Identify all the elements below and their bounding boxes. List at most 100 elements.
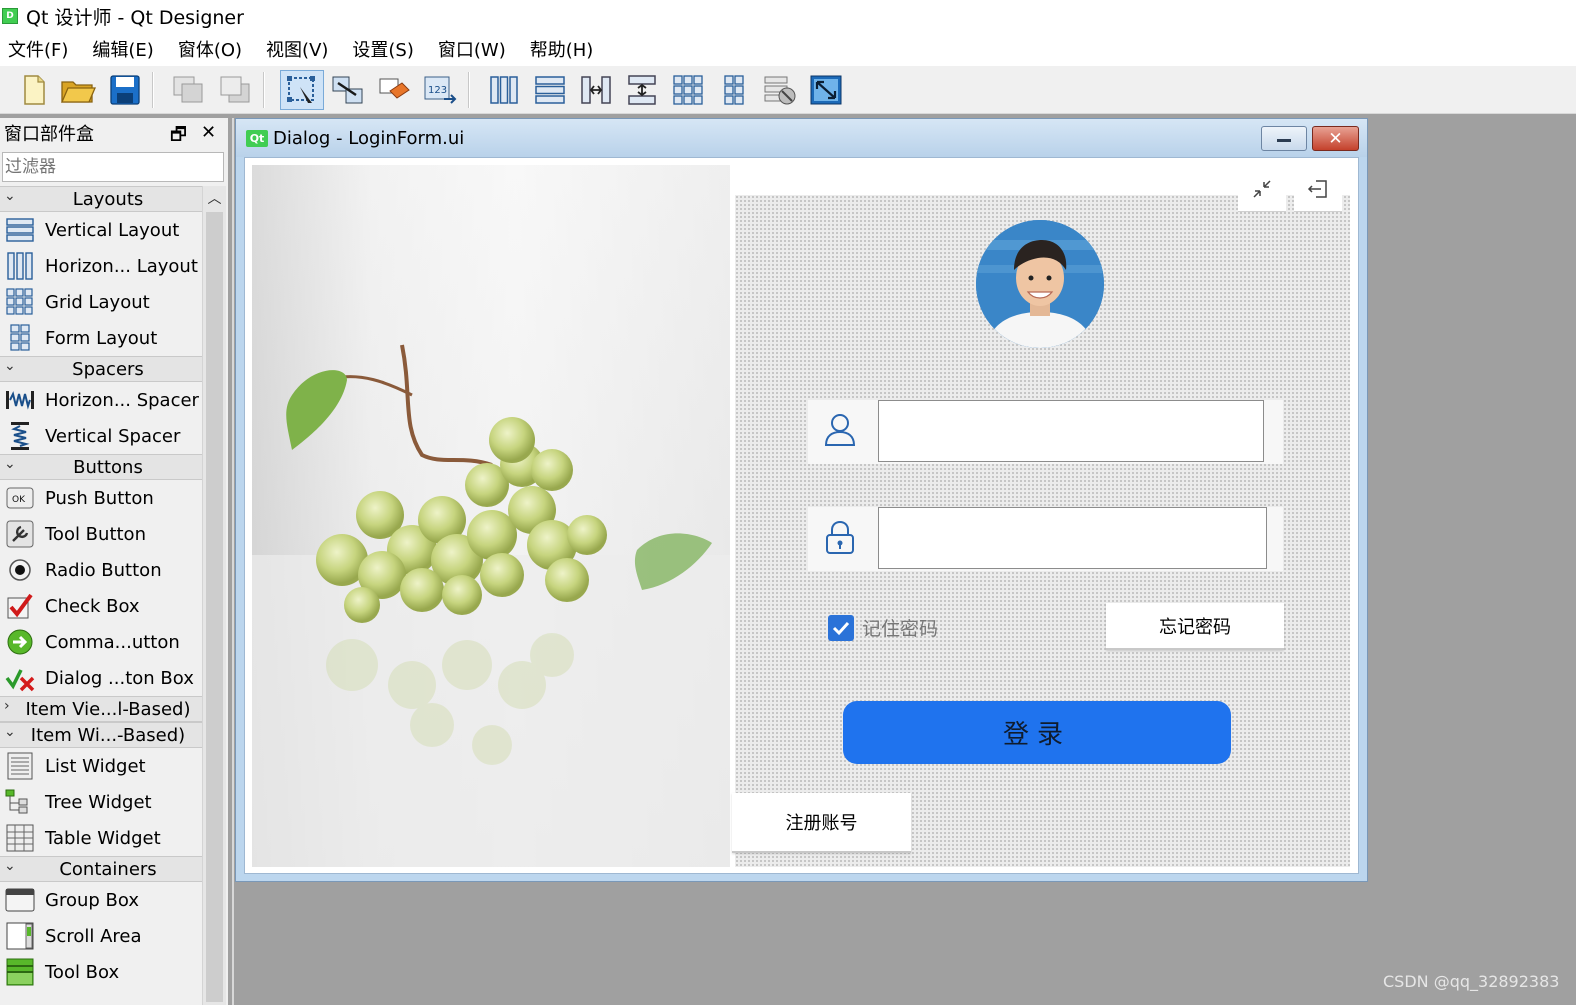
widget-item-check-box[interactable]: Check Box: [0, 588, 202, 624]
logout-icon: [1307, 179, 1327, 198]
lay-out-in-form-button[interactable]: [714, 70, 754, 110]
widget-list: ⌄ Layouts Vertical Layout Horizon... Layo…: [0, 186, 202, 990]
widget-item-grid-layout[interactable]: Grid Layout: [0, 284, 202, 320]
svg-text:OK: OK: [12, 495, 26, 505]
save-icon: [110, 75, 140, 105]
category-containers[interactable]: ⌄ Containers: [0, 856, 202, 882]
open-folder-icon: [61, 81, 96, 103]
widget-item-push-button[interactable]: OK Push Button: [0, 480, 202, 516]
menu-form[interactable]: 窗体(O): [178, 36, 242, 62]
adjust-size-button[interactable]: [806, 70, 846, 110]
widget-item-tool-button[interactable]: Tool Button: [0, 516, 202, 552]
lay-out-horizontally-button[interactable]: [484, 70, 524, 110]
widget-item-group-box[interactable]: Group Box: [0, 882, 202, 918]
widget-item-scroll-area[interactable]: Scroll Area: [0, 918, 202, 954]
widget-item-vertical-spacer[interactable]: Vertical Spacer: [0, 418, 202, 454]
widget-item-vertical-layout[interactable]: Vertical Layout: [0, 212, 202, 248]
scroll-up-icon[interactable]: ︿: [203, 186, 226, 210]
edit-widgets-icon: [287, 76, 315, 107]
form-layout-icon: [5, 323, 35, 353]
bring-to-front-icon: [220, 76, 250, 103]
lay-out-vertically-splitter-button[interactable]: [622, 70, 662, 110]
grapes-image: [252, 165, 730, 867]
category-layouts[interactable]: ⌄ Layouts: [0, 186, 202, 212]
open-file-button[interactable]: [58, 70, 98, 110]
menu-help[interactable]: 帮助(H): [530, 36, 594, 62]
horizontal-layout-icon: [490, 76, 518, 104]
bring-to-front-button[interactable]: [215, 70, 255, 110]
widget-item-horizontal-spacer[interactable]: Horizon... Spacer: [0, 382, 202, 418]
collapse-button[interactable]: [1238, 166, 1286, 212]
close-panel-icon[interactable]: ✕: [201, 122, 216, 143]
lay-out-in-grid-button[interactable]: [668, 70, 708, 110]
username-row: [808, 400, 1283, 464]
widget-item-radio-button[interactable]: Radio Button: [0, 552, 202, 588]
forgot-password-button[interactable]: 忘记密码: [1106, 603, 1284, 650]
tool-button-icon: [5, 519, 35, 549]
remember-password-checkbox[interactable]: 记住密码: [828, 614, 938, 641]
category-item-views[interactable]: › Item Vie...l-Based): [0, 696, 202, 722]
new-file-button[interactable]: [14, 70, 54, 110]
login-button[interactable]: 登录: [843, 701, 1231, 764]
minimize-button[interactable]: [1261, 126, 1307, 151]
edit-widgets-button[interactable]: [280, 70, 324, 110]
break-layout-button[interactable]: [760, 70, 800, 110]
tab-order-icon: 123: [424, 76, 457, 104]
category-buttons[interactable]: ⌄ Buttons: [0, 454, 202, 480]
menu-edit[interactable]: 编辑(E): [92, 36, 153, 62]
grid-layout-icon: [5, 287, 35, 317]
avatar-portrait: [976, 220, 1104, 348]
push-button-icon: OK: [5, 483, 35, 513]
widget-box-scrollbar[interactable]: ︿: [202, 186, 226, 1005]
widget-item-form-layout[interactable]: Form Layout: [0, 320, 202, 356]
signals-slots-icon: [332, 76, 363, 104]
widget-box-header: 窗口部件盒 🗗 ✕: [0, 118, 228, 148]
edit-tab-order-button[interactable]: 123: [420, 70, 460, 110]
app-title-bar: D Qt 设计师 - Qt Designer: [0, 0, 1576, 32]
category-spacers[interactable]: ⌄ Spacers: [0, 356, 202, 382]
widget-filter-input[interactable]: [2, 152, 224, 182]
widget-item-list-widget[interactable]: List Widget: [0, 748, 202, 784]
menu-settings[interactable]: 设置(S): [352, 36, 413, 62]
widget-item-tree-widget[interactable]: Tree Widget: [0, 784, 202, 820]
grapes-illustration: [252, 165, 730, 867]
edit-signals-slots-button[interactable]: [328, 70, 368, 110]
widget-item-command-link[interactable]: Comma...utton: [0, 624, 202, 660]
send-to-back-button[interactable]: [168, 70, 208, 110]
vertical-layout-icon: [535, 76, 565, 104]
edit-buddies-button[interactable]: [374, 70, 414, 110]
list-widget-icon: [5, 751, 35, 781]
widget-box-title: 窗口部件盒: [4, 124, 94, 145]
menu-view[interactable]: 视图(V): [266, 36, 328, 62]
break-layout-icon: [764, 76, 796, 105]
chevron-down-icon: ⌄: [4, 188, 16, 204]
collapse-arrows-icon: [1253, 179, 1271, 198]
chevron-down-icon: ⌄: [4, 858, 16, 874]
username-input[interactable]: [878, 400, 1264, 462]
scrollbar-thumb[interactable]: [206, 212, 223, 1002]
send-to-back-icon: [173, 76, 203, 103]
register-account-button[interactable]: 注册账号: [732, 793, 911, 853]
password-input[interactable]: [878, 507, 1267, 569]
tree-widget-icon: [5, 787, 35, 817]
checkbox-checked-icon[interactable]: [828, 614, 854, 641]
lay-out-horizontally-splitter-button[interactable]: [576, 70, 616, 110]
widget-item-table-widget[interactable]: Table Widget: [0, 820, 202, 856]
lock-icon: [820, 517, 860, 557]
widget-item-horizontal-layout[interactable]: Horizon... Layout: [0, 248, 202, 284]
form-window-title-bar[interactable]: Qt Dialog - LoginForm.ui ✕: [236, 119, 1367, 157]
close-window-button[interactable]: ✕: [1312, 126, 1359, 151]
category-item-widgets[interactable]: ⌄ Item Wi...-Based): [0, 722, 202, 748]
chevron-right-icon: ›: [4, 698, 10, 714]
exit-button[interactable]: [1294, 166, 1342, 212]
float-panel-icon[interactable]: 🗗: [170, 122, 187, 152]
horizontal-splitter-icon: [581, 76, 611, 104]
window-title: Qt 设计师 - Qt Designer: [26, 6, 244, 29]
menu-window[interactable]: 窗口(W): [438, 36, 506, 62]
menu-file[interactable]: 文件(F): [8, 36, 68, 62]
widget-item-tool-box[interactable]: Tool Box: [0, 954, 202, 990]
lay-out-vertically-button[interactable]: [530, 70, 570, 110]
radio-button-icon: [5, 555, 35, 585]
save-file-button[interactable]: [105, 70, 145, 110]
widget-item-dialog-button-box[interactable]: Dialog ...ton Box: [0, 660, 202, 696]
